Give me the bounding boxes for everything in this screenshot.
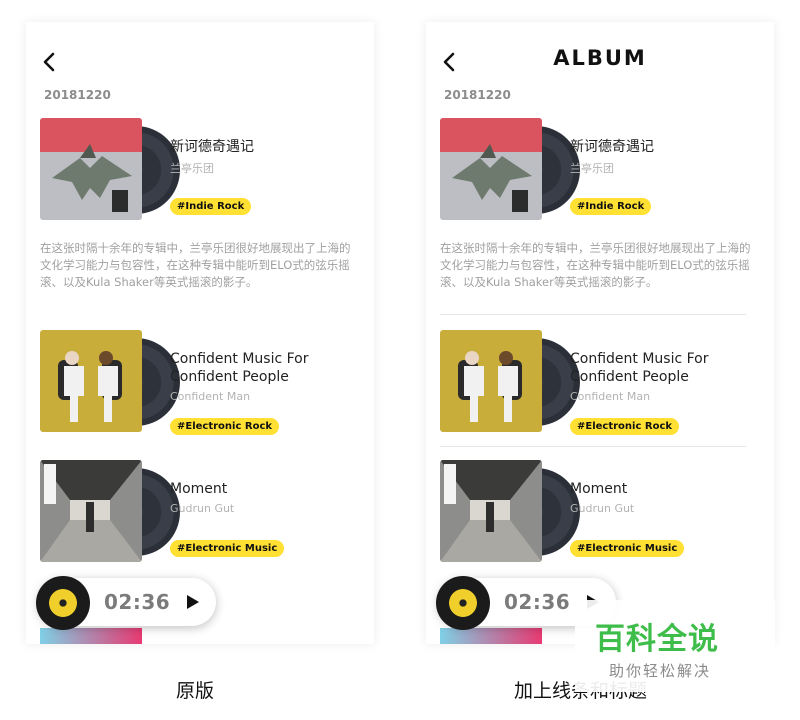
album-cover-image — [440, 118, 542, 220]
album-artist: Confident Man — [570, 390, 651, 403]
album-title: Moment — [170, 481, 228, 497]
album-title: 新诃德奇遇记 — [570, 139, 654, 155]
album-item[interactable]: 新诃德奇遇记 兰亭乐团 #Indie Rock — [40, 118, 362, 228]
album-title: 新诃德奇遇记 — [170, 139, 254, 155]
album-cover-image — [440, 628, 542, 644]
album-artist: Confident Man — [170, 390, 251, 403]
album-title-line-2: Confident People — [570, 369, 689, 385]
album-cover-image — [40, 460, 142, 562]
genre-tag[interactable]: #Electronic Rock — [170, 418, 280, 435]
album-item[interactable]: Confident Music For Confident People Con… — [440, 330, 762, 440]
play-icon[interactable] — [184, 594, 200, 610]
divider-line — [440, 314, 746, 315]
playback-time: 02:36 — [504, 590, 571, 614]
release-date: 20181220 — [44, 88, 111, 102]
album-title: Moment — [570, 481, 628, 497]
album-cover-group — [40, 330, 180, 434]
album-title-line-2: Confident People — [170, 369, 289, 385]
album-cover-group — [440, 118, 580, 222]
album-cover-image — [40, 330, 142, 432]
album-cover-image — [440, 460, 542, 562]
watermark-logo: 百科全说 — [595, 622, 719, 657]
phone-screen-original: 20181220 新诃德奇遇记 兰亭乐团 #Indie Rock 在这张时隔十余… — [26, 22, 374, 644]
watermark: 百科全说 助你轻松解决 — [575, 600, 775, 692]
release-date: 20181220 — [444, 88, 511, 102]
album-item[interactable]: Moment Gudrun Gut #Electronic Music — [40, 460, 362, 570]
album-cover-image — [40, 628, 142, 644]
vinyl-disc-icon — [36, 576, 90, 630]
album-cover-image — [40, 118, 142, 220]
page-title: ALBUM — [553, 46, 647, 70]
genre-tag[interactable]: #Electronic Music — [570, 540, 685, 557]
genre-tag[interactable]: #Electronic Rock — [570, 418, 680, 435]
album-cover-group — [40, 460, 180, 564]
album-description: 在这张时隔十余年的专辑中，兰亭乐团很好地展现出了上海的文化学习能力与包容性，在这… — [40, 241, 351, 289]
album-artist: Gudrun Gut — [170, 502, 235, 515]
vinyl-disc-icon — [436, 576, 490, 630]
album-item[interactable]: 新诃德奇遇记 兰亭乐团 #Indie Rock — [440, 118, 762, 228]
mini-player[interactable]: 02:36 — [36, 576, 216, 630]
album-cover-group — [40, 118, 180, 222]
divider-line — [440, 446, 746, 447]
album-cover-group — [440, 330, 580, 434]
phone-screen-modified: ALBUM 20181220 新诃德奇遇记 兰亭乐团 #Indie Rock 在… — [426, 22, 774, 644]
album-item[interactable]: Moment Gudrun Gut #Electronic Music — [440, 460, 762, 570]
album-artist: 兰亭乐团 — [570, 162, 614, 175]
album-cover-group — [440, 460, 580, 564]
album-title-line-1: Confident Music For — [170, 351, 309, 367]
album-cover-image — [440, 330, 542, 432]
genre-tag[interactable]: #Electronic Music — [170, 540, 285, 557]
album-description: 在这张时隔十余年的专辑中，兰亭乐团很好地展现出了上海的文化学习能力与包容性，在这… — [440, 241, 751, 289]
genre-tag[interactable]: #Indie Rock — [170, 198, 252, 215]
album-item[interactable]: Confident Music For Confident People Con… — [40, 330, 362, 440]
genre-tag[interactable]: #Indie Rock — [570, 198, 652, 215]
watermark-subtitle: 助你轻松解决 — [609, 662, 712, 680]
album-artist: 兰亭乐团 — [170, 162, 214, 175]
caption-original: 原版 — [176, 680, 215, 702]
back-chevron-icon[interactable] — [36, 48, 64, 76]
album-title-line-1: Confident Music For — [570, 351, 709, 367]
album-artist: Gudrun Gut — [570, 502, 635, 515]
playback-time: 02:36 — [104, 590, 171, 614]
